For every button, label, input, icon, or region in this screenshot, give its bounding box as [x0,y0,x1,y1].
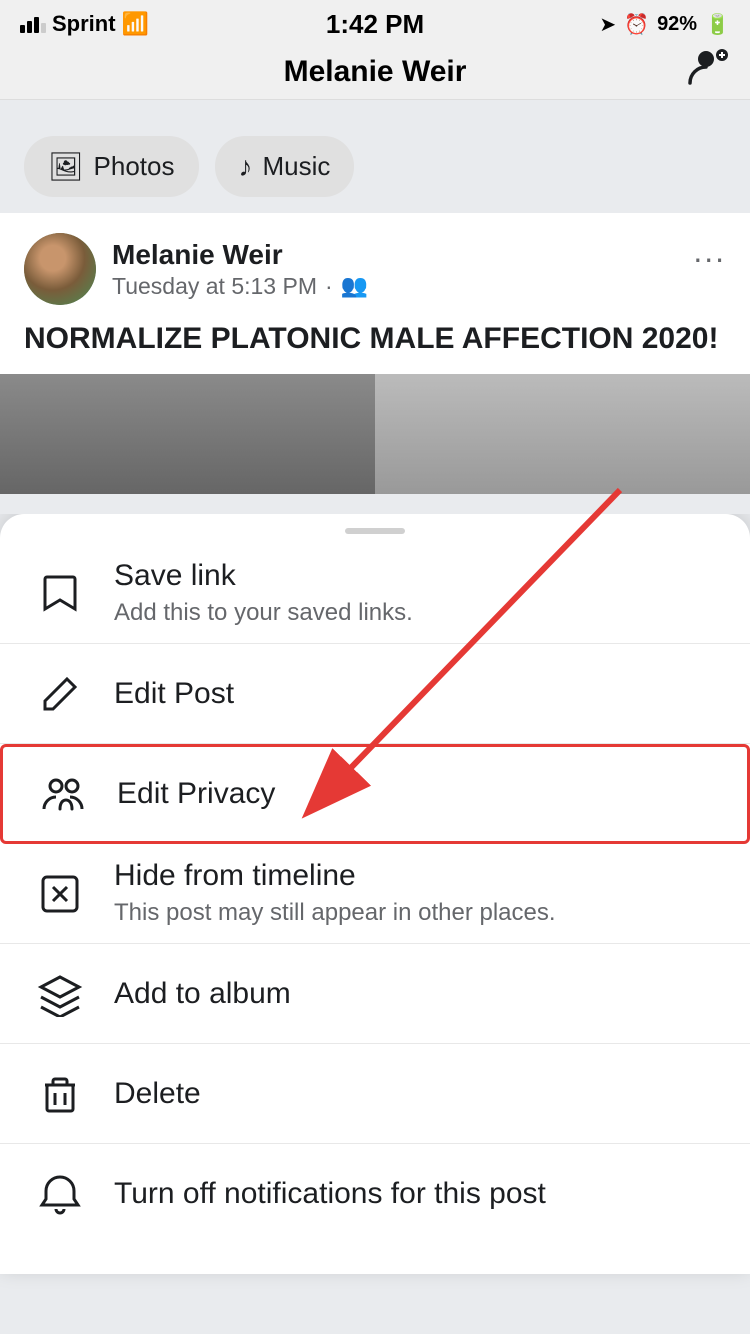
post-image [0,374,750,494]
save-link-content: Save link Add this to your saved links. [114,559,720,628]
menu-item-hide-timeline[interactable]: Hide from timeline This post may still a… [0,844,750,944]
post-image-overlay [0,374,750,494]
location-icon: ➤ [599,12,616,37]
bell-icon [30,1164,90,1224]
save-link-title: Save link [114,559,720,593]
carrier-label: Sprint [52,11,116,37]
edit-privacy-content: Edit Privacy [117,777,717,811]
music-icon: ♪ [239,151,253,183]
photos-button[interactable]: 🖼 Photos [24,136,199,197]
x-square-icon [30,864,90,924]
menu-item-delete[interactable]: Delete [0,1044,750,1144]
photos-label: Photos [94,151,175,182]
background-content: 🖼 Photos ♪ Music Melanie Weir Tuesday [0,100,750,514]
hide-timeline-content: Hide from timeline This post may still a… [114,859,720,928]
menu-item-add-album[interactable]: Add to album [0,944,750,1044]
photos-icon: 🖼 [48,150,84,183]
audience-icon: 👥 [341,273,368,299]
post-meta: Tuesday at 5:13 PM · 👥 [112,273,368,300]
bookmark-icon [30,564,90,624]
bottom-sheet: Save link Add this to your saved links. … [0,514,750,1274]
signal-bar-2 [27,21,32,33]
post-timestamp: Tuesday at 5:13 PM [112,273,317,300]
signal-bars [20,15,46,33]
handle-bar [345,528,405,534]
alarm-icon: ⏰ [624,12,649,37]
menu-item-save-link[interactable]: Save link Add this to your saved links. [0,544,750,644]
post-card: Melanie Weir Tuesday at 5:13 PM · 👥 ... … [0,213,750,494]
wifi-icon: 📶 [122,11,149,37]
notifications-content: Turn off notifications for this post [114,1177,720,1211]
hide-timeline-title: Hide from timeline [114,859,720,893]
edit-post-title: Edit Post [114,677,720,711]
notifications-title: Turn off notifications for this post [114,1177,720,1211]
img-left [0,374,375,494]
pencil-icon [30,664,90,724]
post-more-button[interactable]: ... [693,233,726,270]
menu-item-edit-privacy[interactable]: Edit Privacy [0,744,750,844]
trash-icon [30,1064,90,1124]
quick-actions: 🖼 Photos ♪ Music [0,120,750,213]
post-user-info: Melanie Weir Tuesday at 5:13 PM · 👥 [112,239,368,300]
sheet-handle [0,514,750,544]
edit-post-content: Edit Post [114,677,720,711]
music-button[interactable]: ♪ Music [215,136,355,197]
page-wrapper: Sprint 📶 1:42 PM ➤ ⏰ 92% 🔋 Melanie Weir [0,0,750,1274]
people-icon [33,764,93,824]
avatar-image [24,233,96,305]
status-right: ➤ ⏰ 92% 🔋 [599,12,730,37]
img-right [375,374,750,494]
post-username: Melanie Weir [112,239,368,271]
profile-edit-icon[interactable] [686,45,730,98]
nav-header: Melanie Weir [0,44,750,100]
status-left: Sprint 📶 [20,11,149,37]
menu-item-notifications[interactable]: Turn off notifications for this post [0,1144,750,1244]
nav-title: Melanie Weir [284,55,467,89]
post-text: NORMALIZE PLATONIC MALE AFFECTION 2020! [24,319,726,358]
music-label: Music [263,151,331,182]
separator: · [325,273,333,300]
edit-privacy-title: Edit Privacy [117,777,717,811]
post-header: Melanie Weir Tuesday at 5:13 PM · 👥 ... [24,233,726,305]
signal-bar-4 [41,23,46,33]
layers-icon [30,964,90,1024]
add-album-content: Add to album [114,977,720,1011]
signal-bar-3 [34,17,39,33]
delete-content: Delete [114,1077,720,1111]
battery-icon: 🔋 [705,12,730,37]
status-time: 1:42 PM [326,9,424,40]
signal-bar-1 [20,25,25,33]
hide-timeline-subtitle: This post may still appear in other plac… [114,897,720,928]
add-album-title: Add to album [114,977,720,1011]
status-bar: Sprint 📶 1:42 PM ➤ ⏰ 92% 🔋 [0,0,750,44]
battery-label: 92% [657,13,697,36]
avatar [24,233,96,305]
delete-title: Delete [114,1077,720,1111]
post-header-left: Melanie Weir Tuesday at 5:13 PM · 👥 [24,233,368,305]
save-link-subtitle: Add this to your saved links. [114,597,720,628]
menu-item-edit-post[interactable]: Edit Post [0,644,750,744]
